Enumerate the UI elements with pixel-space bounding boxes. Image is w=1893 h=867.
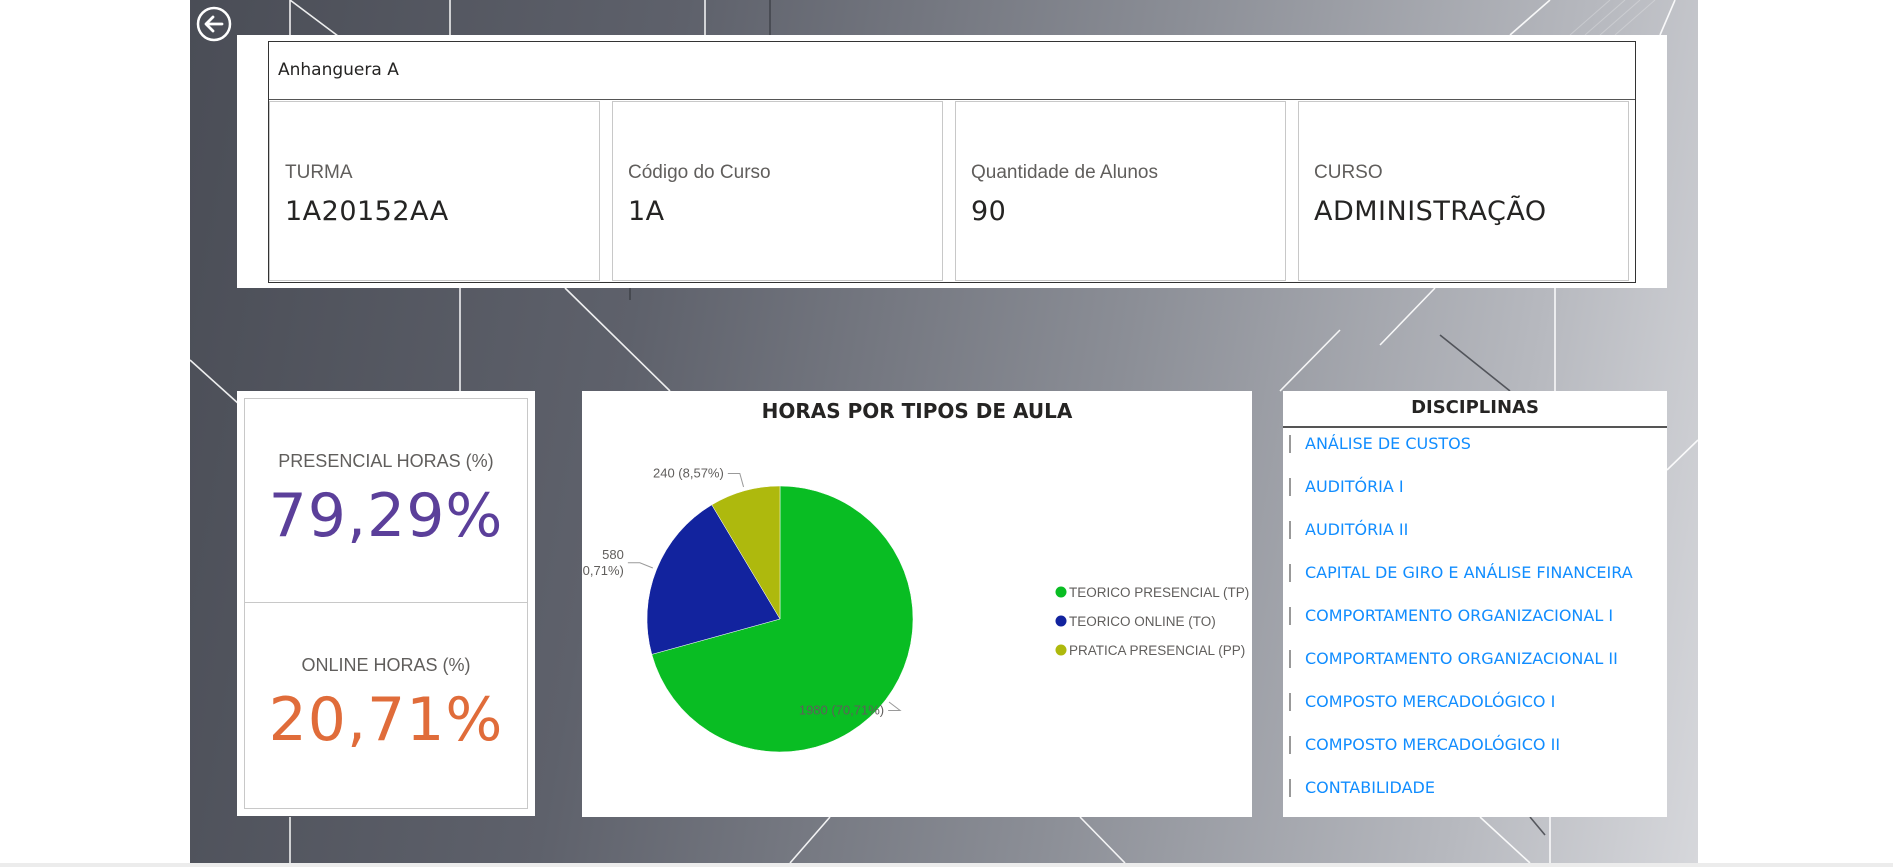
disciplina-item[interactable]: COMPOSTO MERCADOLÓGICO II <box>1289 735 1649 778</box>
presencial-hours-label: PRESENCIAL HORAS (%) <box>278 451 494 471</box>
pie-data-label: 240 (8,57%) <box>653 465 724 480</box>
presencial-hours-value: 79,29% <box>268 481 504 551</box>
disciplina-item[interactable]: CAPITAL DE GIRO E ANÁLISE FINANCEIRA <box>1289 563 1649 606</box>
pie-data-label-value: 580 <box>602 547 624 562</box>
pie-leader-line-0 <box>888 701 902 711</box>
disciplina-label: COMPOSTO MERCADOLÓGICO I <box>1305 692 1556 711</box>
disciplina-item[interactable]: COMPORTAMENTO ORGANIZACIONAL I <box>1289 606 1649 649</box>
kpi-label: Quantidade de Alunos <box>971 162 1158 183</box>
kpi-quantidade-alunos: Quantidade de Alunos 90 <box>955 101 1286 281</box>
pie-data-label-pct: (20,71%) <box>582 563 624 578</box>
disciplina-item[interactable]: AUDITÓRIA I <box>1289 477 1649 520</box>
item-marker <box>1289 650 1291 668</box>
company-name: Anhanguera A <box>278 60 399 80</box>
item-marker <box>1289 521 1291 539</box>
legend-marker-2 <box>1055 644 1067 656</box>
pie-leader-line-1 <box>627 562 654 569</box>
disciplina-label: COMPORTAMENTO ORGANIZACIONAL I <box>1305 606 1614 625</box>
disciplina-item[interactable]: ANÁLISE DE CUSTOS <box>1289 434 1649 477</box>
disciplina-label: AUDITÓRIA I <box>1305 477 1404 496</box>
disciplina-label: COMPORTAMENTO ORGANIZACIONAL II <box>1305 649 1618 668</box>
back-button[interactable] <box>196 6 232 42</box>
disciplinas-list: ANÁLISE DE CUSTOS AUDITÓRIA I AUDITÓRIA … <box>1289 434 1649 817</box>
kpi-value: 1A <box>628 196 665 227</box>
disciplina-label: AUDITÓRIA II <box>1305 520 1409 539</box>
disciplinas-card: DISCIPLINAS ANÁLISE DE CUSTOS AUDITÓRIA … <box>1283 391 1667 817</box>
course-header-frame: Anhanguera A TURMA 1A20152AA Código do C… <box>268 41 1636 283</box>
disciplina-item[interactable]: COMPOSTO MERCADOLÓGICO I <box>1289 692 1649 735</box>
legend-label-0[interactable]: TEORICO PRESENCIAL (TP) <box>1069 585 1249 600</box>
kpi-value: ADMINISTRAÇÃO <box>1314 196 1547 227</box>
disciplina-label: COMPOSTO MERCADOLÓGICO II <box>1305 735 1561 754</box>
course-header-card: Anhanguera A TURMA 1A20152AA Código do C… <box>237 35 1667 288</box>
online-hours-value: 20,71% <box>268 685 504 755</box>
legend-label-2[interactable]: PRATICA PRESENCIAL (PP) <box>1069 643 1245 658</box>
item-marker <box>1289 607 1291 625</box>
item-marker <box>1289 478 1291 496</box>
hours-percentage-card: PRESENCIAL HORAS (%) 79,29% ONLINE HORAS… <box>237 391 535 816</box>
kpi-label: CURSO <box>1314 162 1383 183</box>
hours-percentage-frame: PRESENCIAL HORAS (%) 79,29% ONLINE HORAS… <box>244 398 528 809</box>
kpi-codigo-curso: Código do Curso 1A <box>612 101 943 281</box>
pie-chart-card: HORAS POR TIPOS DE AULA 1980 (70,71%) 580… <box>582 391 1252 817</box>
pie-chart: 1980 (70,71%) 580(20,71%) 240 (8,57%) TEORI… <box>582 465 1249 753</box>
disciplina-label: ANÁLISE DE CUSTOS <box>1305 434 1471 453</box>
item-marker <box>1289 779 1291 797</box>
disciplina-item[interactable]: CONTABILIDADE <box>1289 778 1649 817</box>
disciplina-label: CONTABILIDADE <box>1305 778 1435 797</box>
disciplina-item[interactable]: AUDITÓRIA II <box>1289 520 1649 563</box>
disciplina-label: CAPITAL DE GIRO E ANÁLISE FINANCEIRA <box>1305 563 1633 582</box>
kpi-value: 90 <box>971 196 1007 227</box>
disciplina-item[interactable]: COMPORTAMENTO ORGANIZACIONAL II <box>1289 649 1649 692</box>
kpi-turma: TURMA 1A20152AA <box>269 101 600 281</box>
item-marker <box>1289 693 1291 711</box>
bottom-strip <box>0 863 1893 867</box>
item-marker <box>1289 564 1291 582</box>
pie-data-label: 1980 (70,71%) <box>799 702 884 717</box>
kpi-curso: CURSO ADMINISTRAÇÃO <box>1298 101 1629 281</box>
legend-marker-1 <box>1055 615 1067 627</box>
legend-marker-0 <box>1055 586 1067 598</box>
legend-label-1[interactable]: TEORICO ONLINE (TO) <box>1069 614 1216 629</box>
disciplinas-title: DISCIPLINAS <box>1411 397 1539 418</box>
item-marker <box>1289 736 1291 754</box>
kpi-label: Código do Curso <box>628 162 771 183</box>
kpi-value: 1A20152AA <box>285 196 449 227</box>
disciplinas-divider <box>1283 426 1667 428</box>
report-canvas: Anhanguera A TURMA 1A20152AA Código do C… <box>190 0 1698 863</box>
pie-leader-line-2 <box>727 472 745 488</box>
kpi-label: TURMA <box>285 162 353 183</box>
header-divider <box>269 99 1635 100</box>
back-arrow-icon <box>196 6 232 42</box>
online-hours-label: ONLINE HORAS (%) <box>301 655 471 675</box>
item-marker <box>1289 435 1291 453</box>
percentage-divider <box>245 602 527 603</box>
